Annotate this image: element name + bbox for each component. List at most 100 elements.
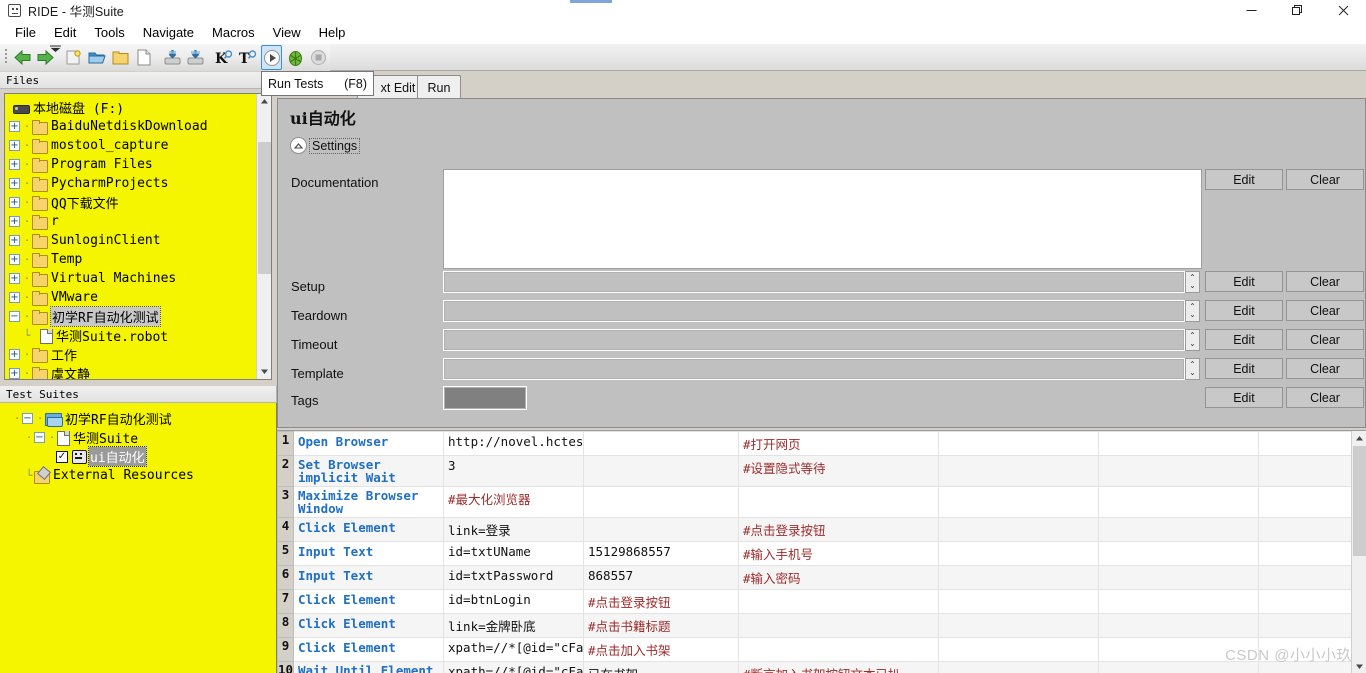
expander-plus-icon[interactable]: +	[9, 254, 20, 265]
back-icon[interactable]	[12, 45, 33, 70]
argument-cell[interactable]	[583, 431, 739, 456]
argument-cell[interactable]	[1098, 613, 1259, 638]
new-file-icon[interactable]	[133, 45, 154, 70]
argument-cell[interactable]: #输入手机号	[738, 541, 939, 566]
argument-cell[interactable]: #断言加入书架按钮文本已扒	[738, 661, 939, 673]
suite-row-project[interactable]: · − · 初学RF自动化测试	[4, 409, 276, 428]
setup-input[interactable]	[443, 271, 1185, 293]
menu-help[interactable]: Help	[310, 23, 355, 42]
argument-cell[interactable]: #输入密码	[738, 565, 939, 590]
table-row[interactable]: 9Click Elementxpath=//*[@id="cFavs"]/#点击…	[277, 637, 1352, 662]
test-steps-grid[interactable]: 1Open Browserhttp://novel.hctestedu.gc #打…	[277, 430, 1366, 673]
scroll-thumb[interactable]	[1353, 446, 1366, 556]
tags-clear-button[interactable]: Clear	[1286, 387, 1364, 408]
files-tree[interactable]: 本地磁盘 (F:) + · BaiduNetdiskDownload + · mos…	[4, 93, 272, 380]
teardown-edit-button[interactable]: Edit	[1205, 300, 1283, 321]
menu-tools[interactable]: Tools	[85, 23, 133, 42]
scroll-up-arrow[interactable]	[1352, 431, 1366, 446]
test-suites-tree[interactable]: · − · 初学RF自动化测试 · − · 华测Suite ✓ ui自动化 └ Ex…	[0, 403, 277, 673]
save-icon[interactable]	[162, 45, 183, 70]
argument-cell[interactable]: link=登录	[443, 517, 584, 542]
expander-plus-icon[interactable]: +	[9, 159, 20, 170]
close-button[interactable]	[1320, 0, 1366, 21]
setup-edit-button[interactable]: Edit	[1205, 271, 1283, 292]
open-project-icon[interactable]	[87, 45, 108, 70]
argument-cell[interactable]: #点击登录按钮	[738, 517, 939, 542]
tree-row[interactable]: + · PycharmProjects	[9, 174, 253, 193]
keyword-cell[interactable]: Open Browser	[293, 431, 444, 456]
argument-cell[interactable]	[738, 613, 939, 638]
tree-row-root[interactable]: 本地磁盘 (F:)	[9, 98, 253, 117]
argument-cell[interactable]	[938, 589, 1099, 614]
toolbar-grip[interactable]	[2, 44, 11, 71]
table-row[interactable]: 2 Set Browser implicit Wait 3 #设置隐式等待	[277, 455, 1352, 487]
teardown-clear-button[interactable]: Clear	[1286, 300, 1364, 321]
suite-row-suite[interactable]: · − · 华测Suite	[4, 428, 276, 447]
documentation-edit-button[interactable]: Edit	[1205, 169, 1283, 190]
tree-row-child[interactable]: └ 华测Suite.robot	[9, 326, 253, 345]
stop-icon[interactable]	[308, 45, 329, 70]
toolbar-dropdown-handle[interactable]	[46, 44, 64, 52]
setup-clear-button[interactable]: Clear	[1286, 271, 1364, 292]
argument-cell[interactable]	[938, 541, 1099, 566]
tags-input[interactable]	[443, 386, 527, 410]
argument-cell[interactable]	[583, 455, 739, 487]
argument-cell[interactable]: #设置隐式等待	[738, 455, 939, 487]
keyword-cell[interactable]: Input Text	[293, 565, 444, 590]
table-row[interactable]: 8 Click Element link=金牌卧底 #点击书籍标题	[277, 613, 1352, 638]
expander-plus-icon[interactable]: +	[9, 235, 20, 246]
testcase-checkbox[interactable]: ✓	[56, 450, 68, 463]
expander-plus-icon[interactable]: +	[9, 197, 20, 208]
argument-cell[interactable]	[938, 517, 1099, 542]
timeout-edit-button[interactable]: Edit	[1205, 329, 1283, 350]
table-row[interactable]: 5 Input Text id=txtUName 15129868557 #输入手机号	[277, 541, 1352, 566]
table-row[interactable]: 1Open Browserhttp://novel.hctestedu.gc #打…	[277, 431, 1352, 456]
argument-cell[interactable]: #打开网页	[738, 431, 939, 456]
tree-row[interactable]: + · r	[9, 212, 253, 231]
argument-cell[interactable]: id=btnLogin	[443, 589, 584, 614]
timeout-spinner[interactable]: ⌃ ⌄	[1185, 329, 1200, 351]
expander-plus-icon[interactable]: +	[9, 368, 20, 379]
open-folder-icon[interactable]	[110, 45, 131, 70]
scroll-up-arrow[interactable]	[257, 94, 271, 109]
argument-cell[interactable]: id=txtPassword	[443, 565, 584, 590]
save-all-icon[interactable]	[185, 45, 206, 70]
expander-minus-icon[interactable]: −	[9, 311, 20, 322]
argument-cell[interactable]	[938, 486, 1099, 518]
documentation-input[interactable]	[443, 169, 1202, 269]
new-project-icon[interactable]	[64, 45, 85, 70]
grid-scrollbar[interactable]	[1351, 431, 1366, 673]
argument-cell[interactable]	[1098, 565, 1259, 590]
argument-cell[interactable]: 868557	[583, 565, 739, 590]
argument-cell[interactable]: link=金牌卧底	[443, 613, 584, 638]
tree-row[interactable]: + · VMware	[9, 288, 253, 307]
table-row[interactable]: 6 Input Text id=txtPassword 868557 #输入密码	[277, 565, 1352, 590]
table-row[interactable]: 10Wait Until Elementxpath=//*[@id="cFavs…	[277, 661, 1352, 673]
argument-cell[interactable]	[1258, 613, 1352, 638]
menu-navigate[interactable]: Navigate	[134, 23, 203, 42]
argument-cell[interactable]	[1098, 637, 1259, 662]
timeout-input[interactable]	[443, 329, 1185, 351]
search-tests-icon[interactable]: T	[237, 45, 259, 70]
argument-cell[interactable]: http://novel.hctestedu.gc	[443, 431, 584, 456]
argument-cell[interactable]	[1258, 541, 1352, 566]
expander-plus-icon[interactable]: +	[9, 178, 20, 189]
argument-cell[interactable]	[738, 637, 939, 662]
keyword-cell[interactable]: Input Text	[293, 541, 444, 566]
argument-cell[interactable]	[1258, 565, 1352, 590]
suite-row-external-resources[interactable]: └ External Resources	[4, 466, 276, 485]
template-clear-button[interactable]: Clear	[1286, 358, 1364, 379]
argument-cell[interactable]: xpath=//*[@id="cFavs"]/	[443, 661, 584, 673]
menu-file[interactable]: File	[6, 23, 45, 42]
tree-row[interactable]: + · 虞文静	[9, 364, 253, 379]
argument-cell[interactable]	[1258, 589, 1352, 614]
expander-minus-icon[interactable]: −	[22, 413, 33, 424]
keyword-cell[interactable]: Click Element	[293, 589, 444, 614]
argument-cell[interactable]	[1258, 661, 1352, 673]
teardown-input[interactable]	[443, 300, 1185, 322]
suite-row-testcase[interactable]: ✓ ui自动化	[4, 446, 276, 467]
scroll-down-arrow[interactable]	[257, 364, 271, 379]
template-input[interactable]	[443, 358, 1185, 380]
expander-plus-icon[interactable]: +	[9, 140, 20, 151]
argument-cell[interactable]	[1098, 541, 1259, 566]
